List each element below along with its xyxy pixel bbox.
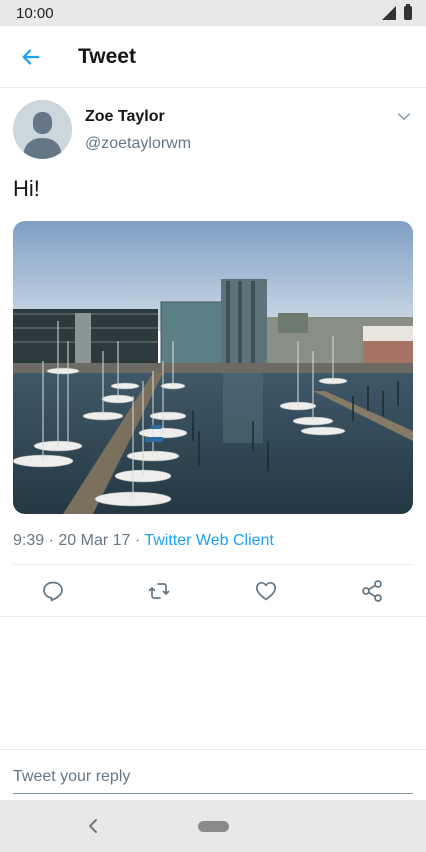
page-title: Tweet	[78, 44, 136, 68]
divider	[0, 749, 426, 750]
status-time: 10:00	[16, 4, 54, 22]
reply-input[interactable]	[13, 762, 413, 792]
battery-icon	[404, 4, 412, 20]
chevron-down-icon[interactable]	[395, 108, 413, 126]
reply-underline	[13, 793, 413, 794]
back-button[interactable]	[0, 26, 62, 88]
author-handle[interactable]: @zoetaylorwm	[85, 135, 191, 153]
divider	[0, 616, 426, 617]
nav-home-button[interactable]	[198, 821, 229, 832]
tweet-time: 9:39	[13, 532, 45, 549]
share-icon[interactable]	[360, 579, 384, 603]
tweet-date: 20 Mar 17	[58, 532, 131, 549]
tweet-source-link[interactable]: Twitter Web Client	[144, 532, 274, 549]
app-bar: Tweet	[0, 26, 426, 88]
tweet-header: Zoe Taylor @zoetaylorwm	[13, 100, 413, 160]
meta-separator: ·	[134, 532, 141, 549]
avatar[interactable]	[13, 100, 72, 159]
like-icon[interactable]	[254, 579, 278, 603]
tweet-detail-screen: 10:00 Tweet Zoe Taylor @zoetaylorwm Hi! …	[0, 0, 426, 852]
tweet-text: Hi!	[13, 176, 40, 201]
divider	[13, 564, 413, 565]
harbor-photo-image	[13, 221, 413, 514]
author-name[interactable]: Zoe Taylor	[85, 108, 165, 126]
tweet-meta: 9:39 · 20 Mar 17 · Twitter Web Client	[13, 532, 274, 550]
status-icons	[382, 4, 412, 20]
default-avatar-icon	[13, 100, 72, 159]
signal-icon	[382, 6, 396, 20]
nav-back-icon[interactable]	[84, 816, 102, 836]
retweet-icon[interactable]	[147, 579, 171, 603]
meta-separator: ·	[48, 532, 54, 549]
status-bar: 10:00	[0, 0, 426, 26]
system-nav-bar	[0, 800, 426, 852]
tweet-photo[interactable]	[13, 221, 413, 514]
reply-icon[interactable]	[41, 579, 65, 603]
tweet-actions	[0, 566, 426, 616]
arrow-left-icon	[22, 48, 40, 65]
